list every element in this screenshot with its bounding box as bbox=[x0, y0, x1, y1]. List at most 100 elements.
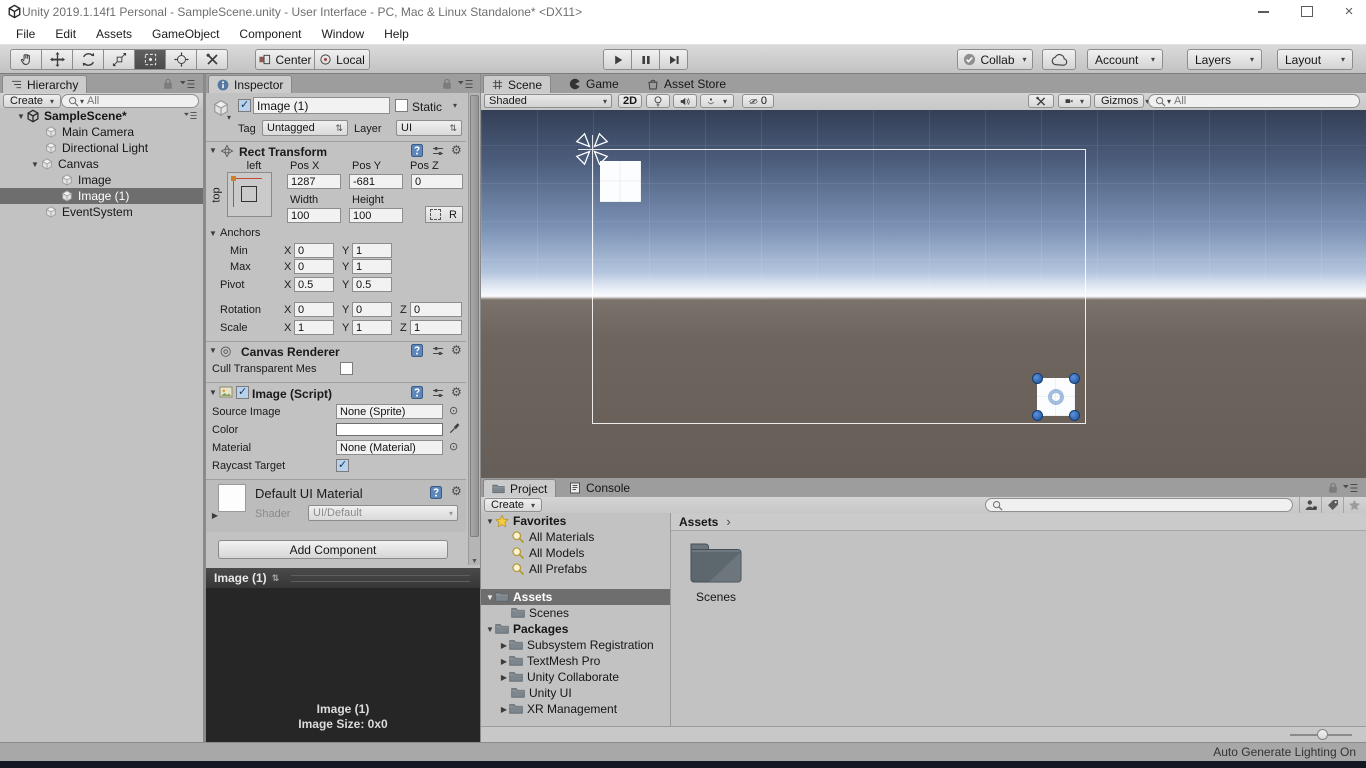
scene-tab[interactable]: Scene bbox=[483, 75, 552, 93]
raw-edit-mode-button[interactable]: R bbox=[444, 206, 463, 223]
rotation-z-field[interactable] bbox=[410, 302, 462, 317]
tree-all-models[interactable]: All Models bbox=[481, 545, 670, 561]
scroll-down-arrow[interactable]: ▼ bbox=[471, 558, 478, 565]
pos-z-field[interactable] bbox=[411, 174, 463, 189]
menu-assets[interactable]: Assets bbox=[86, 25, 142, 43]
anchor-min-x-field[interactable] bbox=[294, 243, 334, 258]
scale-y-field[interactable] bbox=[352, 320, 392, 335]
eyedropper-icon[interactable] bbox=[449, 422, 461, 434]
scene-image-object[interactable] bbox=[600, 161, 641, 202]
tree-assets-selected[interactable]: ▼ Assets bbox=[481, 589, 670, 605]
scene-tools-button[interactable] bbox=[1028, 94, 1054, 108]
foldout-icon[interactable]: ▼ bbox=[16, 112, 26, 121]
project-create-button[interactable]: Create ▾ bbox=[484, 498, 543, 512]
presets-icon[interactable] bbox=[432, 345, 444, 357]
material-field[interactable]: None (Material) bbox=[336, 440, 443, 455]
tree-textmesh-pro[interactable]: ▶ TextMesh Pro bbox=[481, 653, 670, 669]
rotate-tool-button[interactable] bbox=[72, 49, 104, 70]
active-checkbox[interactable] bbox=[238, 98, 251, 112]
presets-icon[interactable] bbox=[432, 387, 444, 399]
source-image-field[interactable]: None (Sprite) bbox=[336, 404, 443, 419]
menu-edit[interactable]: Edit bbox=[45, 25, 86, 43]
height-field[interactable] bbox=[349, 208, 403, 223]
width-field[interactable] bbox=[287, 208, 341, 223]
hierarchy-item-scene[interactable]: ▼ SampleScene* bbox=[0, 108, 203, 124]
inspector-tab[interactable]: Inspector bbox=[208, 75, 293, 93]
shading-mode-dropdown[interactable]: Shaded ▾ bbox=[484, 94, 612, 108]
minimize-button[interactable] bbox=[1248, 0, 1278, 23]
audio-toggle-button[interactable] bbox=[673, 94, 697, 108]
gameobject-name-field[interactable] bbox=[253, 97, 390, 114]
gizmos-dropdown[interactable]: Gizmos▾ bbox=[1094, 94, 1149, 108]
raycast-target-checkbox[interactable] bbox=[336, 458, 349, 472]
hidden-objects-button[interactable]: 0 bbox=[742, 94, 774, 108]
tree-subsystem-registration[interactable]: ▶ Subsystem Registration bbox=[481, 637, 670, 653]
rect-handle-bottom-right[interactable] bbox=[1069, 410, 1080, 421]
move-tool-button[interactable] bbox=[41, 49, 73, 70]
tree-unity-ui[interactable]: Unity UI bbox=[481, 685, 670, 701]
search-by-label-button[interactable] bbox=[1321, 497, 1343, 513]
help-icon[interactable] bbox=[430, 486, 442, 499]
scene-menu-icon[interactable] bbox=[184, 111, 197, 120]
rect-handle-bottom-left[interactable] bbox=[1032, 410, 1043, 421]
cull-transparent-mesh-checkbox[interactable] bbox=[340, 362, 353, 375]
lighting-toggle-button[interactable] bbox=[646, 94, 670, 108]
hierarchy-item-main-camera[interactable]: Main Camera bbox=[0, 124, 203, 140]
2d-toggle-button[interactable]: 2D bbox=[618, 94, 642, 108]
help-icon[interactable] bbox=[411, 344, 423, 357]
pivot-circle-gizmo[interactable] bbox=[1048, 389, 1064, 405]
hierarchy-item-eventsystem[interactable]: EventSystem bbox=[0, 204, 203, 220]
hierarchy-search-input[interactable]: ▾ All bbox=[61, 94, 199, 108]
tree-unity-collaborate[interactable]: ▶ Unity Collaborate bbox=[481, 669, 670, 685]
anchor-min-y-field[interactable] bbox=[352, 243, 392, 258]
object-picker-icon[interactable]: ⊙ bbox=[449, 404, 458, 417]
close-button[interactable]: × bbox=[1334, 0, 1364, 23]
anchor-max-y-field[interactable] bbox=[352, 259, 392, 274]
lock-icon[interactable] bbox=[163, 78, 173, 90]
tree-favorites[interactable]: ▼ Favorites bbox=[481, 513, 670, 529]
menu-file[interactable]: File bbox=[6, 25, 45, 43]
menu-gameobject[interactable]: GameObject bbox=[142, 25, 229, 43]
hierarchy-item-directional-light[interactable]: Directional Light bbox=[0, 140, 203, 156]
asset-store-tab[interactable]: Asset Store bbox=[639, 75, 734, 93]
scene-viewport[interactable] bbox=[481, 110, 1366, 478]
effects-dropdown-button[interactable]: ▾ bbox=[700, 94, 734, 108]
hierarchy-item-image-1-selected[interactable]: Image (1) bbox=[0, 188, 203, 204]
inspector-scrollbar[interactable]: ▼ bbox=[468, 93, 480, 565]
asset-item-scenes[interactable]: Scenes bbox=[683, 539, 749, 604]
hierarchy-tab[interactable]: Hierarchy bbox=[2, 75, 88, 93]
hierarchy-create-button[interactable]: Create ▾ bbox=[3, 94, 62, 108]
icon-size-slider-thumb[interactable] bbox=[1317, 729, 1328, 740]
tree-packages[interactable]: ▼ Packages bbox=[481, 621, 670, 637]
help-icon[interactable] bbox=[411, 386, 423, 399]
tree-xr-management[interactable]: ▶ XR Management bbox=[481, 701, 670, 717]
transform-tool-button[interactable] bbox=[165, 49, 197, 70]
pivot-x-field[interactable] bbox=[294, 277, 334, 292]
custom-tool-button[interactable] bbox=[196, 49, 228, 70]
pos-y-field[interactable] bbox=[349, 174, 403, 189]
breadcrumb[interactable]: Assets bbox=[679, 515, 718, 529]
layout-dropdown[interactable]: Layout ▾ bbox=[1277, 49, 1353, 70]
inspector-scrollbar-thumb[interactable] bbox=[470, 95, 479, 537]
scene-image-1-selected[interactable] bbox=[1037, 378, 1075, 416]
lock-icon[interactable] bbox=[442, 78, 452, 90]
collab-dropdown[interactable]: Collab ▾ bbox=[957, 49, 1033, 70]
maximize-button[interactable] bbox=[1292, 0, 1322, 23]
gear-icon[interactable]: ⚙ bbox=[451, 385, 462, 399]
pause-button[interactable] bbox=[631, 49, 660, 70]
menu-help[interactable]: Help bbox=[374, 25, 419, 43]
scene-camera-button[interactable]: ▾ bbox=[1058, 94, 1091, 108]
hierarchy-item-canvas[interactable]: ▼ Canvas bbox=[0, 156, 203, 172]
help-icon[interactable] bbox=[411, 144, 423, 157]
object-picker-icon[interactable]: ⊙ bbox=[449, 440, 458, 453]
anchors-foldout[interactable]: ▼ bbox=[208, 229, 218, 238]
cloud-button[interactable] bbox=[1042, 49, 1076, 70]
preview-header[interactable]: Image (1) ⇅ bbox=[206, 568, 480, 588]
anchor-preset-widget[interactable] bbox=[227, 172, 272, 217]
layers-dropdown[interactable]: Layers ▾ bbox=[1187, 49, 1262, 70]
panel-menu-icon[interactable] bbox=[458, 79, 473, 89]
canvas-renderer-foldout[interactable]: ▼ bbox=[208, 346, 218, 355]
console-tab[interactable]: Console bbox=[561, 479, 638, 497]
static-caret[interactable]: ▾ bbox=[453, 101, 457, 110]
blueprint-mode-button[interactable] bbox=[425, 206, 445, 223]
